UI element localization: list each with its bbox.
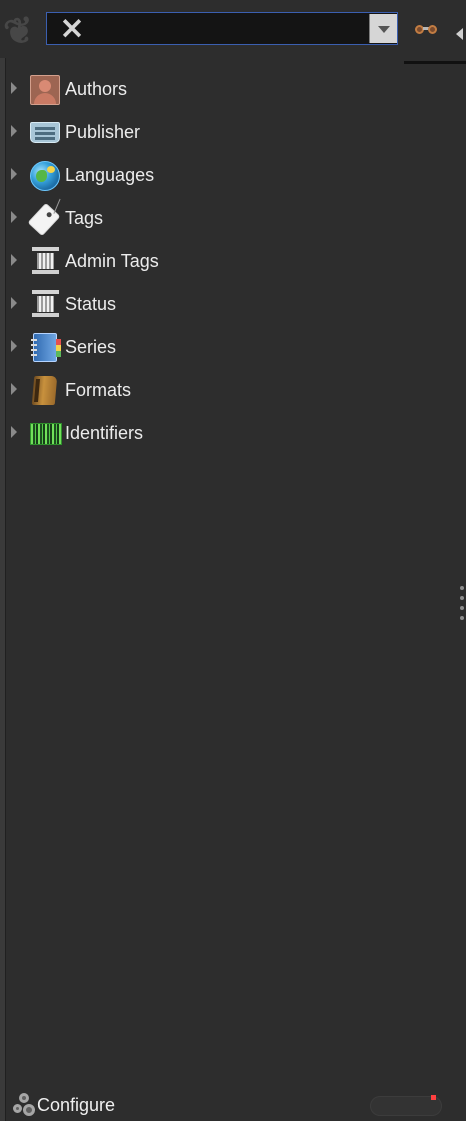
expand-arrow-icon[interactable] xyxy=(11,254,17,266)
tree-item-admin-tags[interactable]: Admin Tags xyxy=(0,242,460,280)
book-icon xyxy=(31,376,58,405)
clear-search-icon[interactable]: × xyxy=(58,13,86,44)
gear-part xyxy=(19,1093,29,1103)
tree-item-formats[interactable]: Formats xyxy=(0,371,460,409)
binoculars-bridge xyxy=(423,27,430,30)
expand-arrow-icon[interactable] xyxy=(11,426,17,438)
collapse-panel-arrow-icon[interactable] xyxy=(456,28,463,40)
search-toolbar: ❦ × xyxy=(0,0,466,64)
expand-arrow-icon[interactable] xyxy=(11,82,17,94)
expand-arrow-icon[interactable] xyxy=(11,168,17,180)
tag-icon xyxy=(27,202,61,237)
vertical-splitter-grip[interactable] xyxy=(459,586,464,619)
expand-arrow-icon[interactable] xyxy=(11,211,17,223)
tree-item-label: Languages xyxy=(65,165,155,185)
top-splitter[interactable] xyxy=(404,61,466,64)
tree-item-publisher[interactable]: Publisher xyxy=(0,113,460,151)
tree-item-label: Publisher xyxy=(65,122,141,142)
expand-arrow-icon[interactable] xyxy=(11,297,17,309)
expand-arrow-icon[interactable] xyxy=(11,125,17,137)
author-portrait-icon xyxy=(30,75,60,105)
search-history-dropdown-button[interactable] xyxy=(369,14,397,43)
tree-item-label: Tags xyxy=(65,208,104,228)
column-icon xyxy=(32,247,59,274)
notebook-icon xyxy=(31,333,61,362)
tree-item-identifiers[interactable]: Identifiers xyxy=(0,414,460,452)
tree-item-label: Authors xyxy=(65,79,128,99)
gear-part xyxy=(13,1104,22,1113)
tree-item-status[interactable]: Status xyxy=(0,285,460,323)
binoculars-icon xyxy=(414,22,438,36)
globe-icon xyxy=(30,161,60,191)
find-binoculars-button[interactable] xyxy=(414,18,442,40)
status-indicator xyxy=(370,1095,442,1116)
configure-button[interactable]: Configure xyxy=(10,1089,140,1121)
gear-icon xyxy=(11,1092,36,1119)
expand-arrow-icon[interactable] xyxy=(11,383,17,395)
tag-browser-panel: ❦ × Authors Publisher Languages Tags Adm… xyxy=(0,0,466,1121)
typewriter-icon xyxy=(30,122,60,143)
tree-item-label: Identifiers xyxy=(65,423,144,443)
search-input[interactable] xyxy=(54,14,368,44)
tree-item-languages[interactable]: Languages xyxy=(0,156,460,194)
tree-item-label: Admin Tags xyxy=(65,251,159,271)
gear-part xyxy=(23,1104,35,1116)
tree-item-label: Status xyxy=(65,294,117,314)
configure-label: Configure xyxy=(37,1095,116,1115)
tree-item-tags[interactable]: Tags xyxy=(0,199,460,237)
tree-item-series[interactable]: Series xyxy=(0,328,460,366)
category-tree: Authors Publisher Languages Tags Admin T… xyxy=(0,66,466,466)
tree-item-authors[interactable]: Authors xyxy=(0,70,460,108)
barcode-icon xyxy=(30,423,62,445)
tree-item-label: Formats xyxy=(65,380,132,400)
expand-arrow-icon[interactable] xyxy=(11,340,17,352)
tree-item-label: Series xyxy=(65,337,117,357)
column-icon xyxy=(32,290,59,317)
